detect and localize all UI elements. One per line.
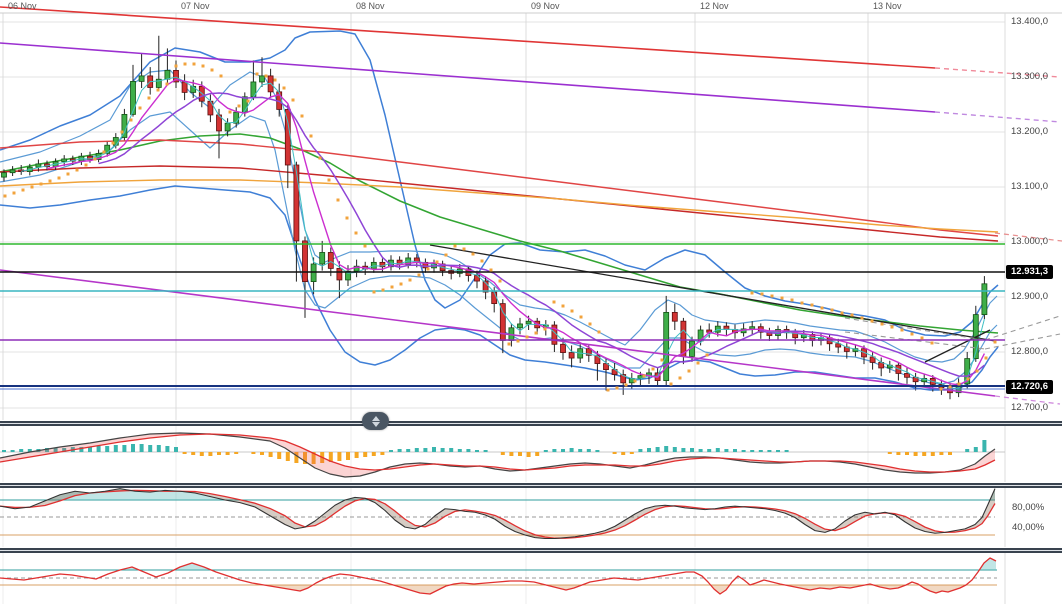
date-label: 07 Nov	[181, 1, 210, 11]
stoch-40-label: 40,00%	[1012, 522, 1044, 533]
date-label: 13 Nov	[873, 1, 902, 11]
date-label: 12 Nov	[700, 1, 729, 11]
chevron-up-icon	[372, 416, 380, 421]
chevron-down-icon	[372, 422, 380, 427]
panel-splitter-1[interactable]	[0, 420, 1062, 426]
date-label: 09 Nov	[531, 1, 560, 11]
panel-splitter-3[interactable]	[0, 547, 1062, 553]
price-tick-label: 13.100,0	[1011, 181, 1048, 192]
price-tick-label: 12.800,0	[1011, 346, 1048, 357]
trading-chart-window: 06 Nov 07 Nov 08 Nov 09 Nov 12 Nov 13 No…	[0, 0, 1062, 606]
chart-canvas[interactable]	[0, 0, 1062, 606]
splitter-collapse-button[interactable]	[362, 412, 389, 430]
date-label: 08 Nov	[356, 1, 385, 11]
price-tick-label: 13.300,0	[1011, 71, 1048, 82]
price-tick-label: 12.700,0	[1011, 402, 1048, 413]
price-tick-label: 13.000,0	[1011, 236, 1048, 247]
date-label: 06 Nov	[8, 1, 37, 11]
price-tick-label: 13.200,0	[1011, 126, 1048, 137]
price-tick-label: 12.900,0	[1011, 291, 1048, 302]
support-price-badge: 12.720,6	[1006, 380, 1053, 394]
panel-splitter-2[interactable]	[0, 482, 1062, 488]
stoch-80-label: 80,00%	[1012, 502, 1044, 513]
last-price-badge: 12.931,3	[1006, 265, 1053, 279]
price-tick-label: 13.400,0	[1011, 16, 1048, 27]
